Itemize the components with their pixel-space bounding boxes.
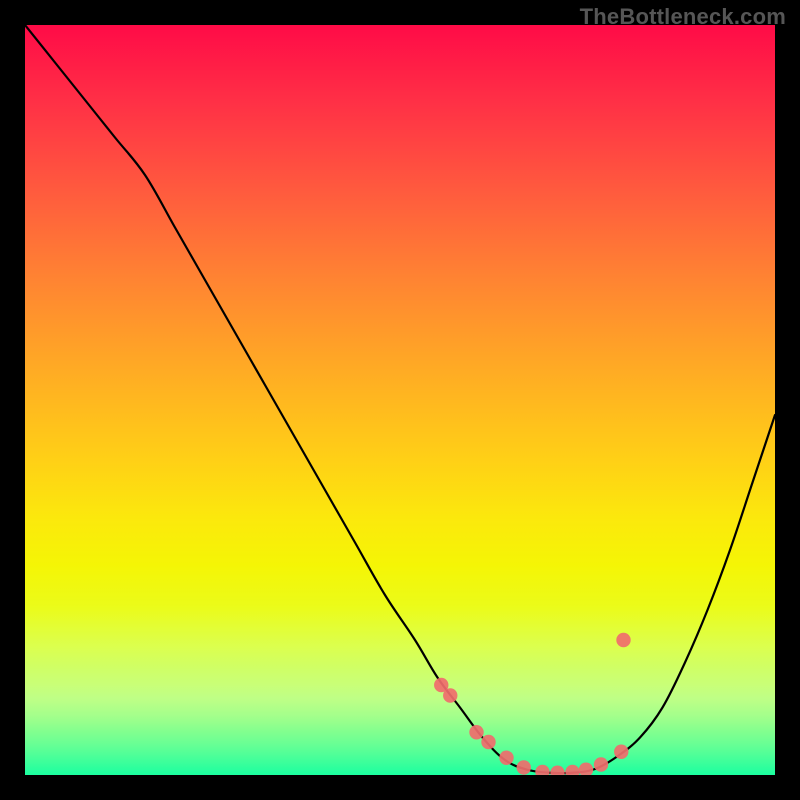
highlight-dot bbox=[535, 765, 549, 775]
highlight-dot bbox=[481, 735, 495, 749]
highlight-dot bbox=[579, 763, 593, 775]
highlight-dot bbox=[594, 757, 608, 771]
highlight-dot bbox=[565, 765, 579, 775]
bottleneck-curve bbox=[25, 25, 775, 773]
highlight-dot bbox=[550, 766, 564, 775]
curve-layer bbox=[25, 25, 775, 775]
plot-area bbox=[25, 25, 775, 775]
chart-frame: TheBottleneck.com bbox=[0, 0, 800, 800]
watermark-text: TheBottleneck.com bbox=[580, 4, 786, 30]
highlight-dot bbox=[517, 760, 531, 774]
highlight-dot bbox=[469, 725, 483, 739]
highlight-dot bbox=[443, 688, 457, 702]
highlight-dots bbox=[434, 633, 631, 775]
highlight-dot bbox=[616, 633, 630, 647]
highlight-dot bbox=[614, 745, 628, 759]
highlight-dot bbox=[499, 751, 513, 765]
